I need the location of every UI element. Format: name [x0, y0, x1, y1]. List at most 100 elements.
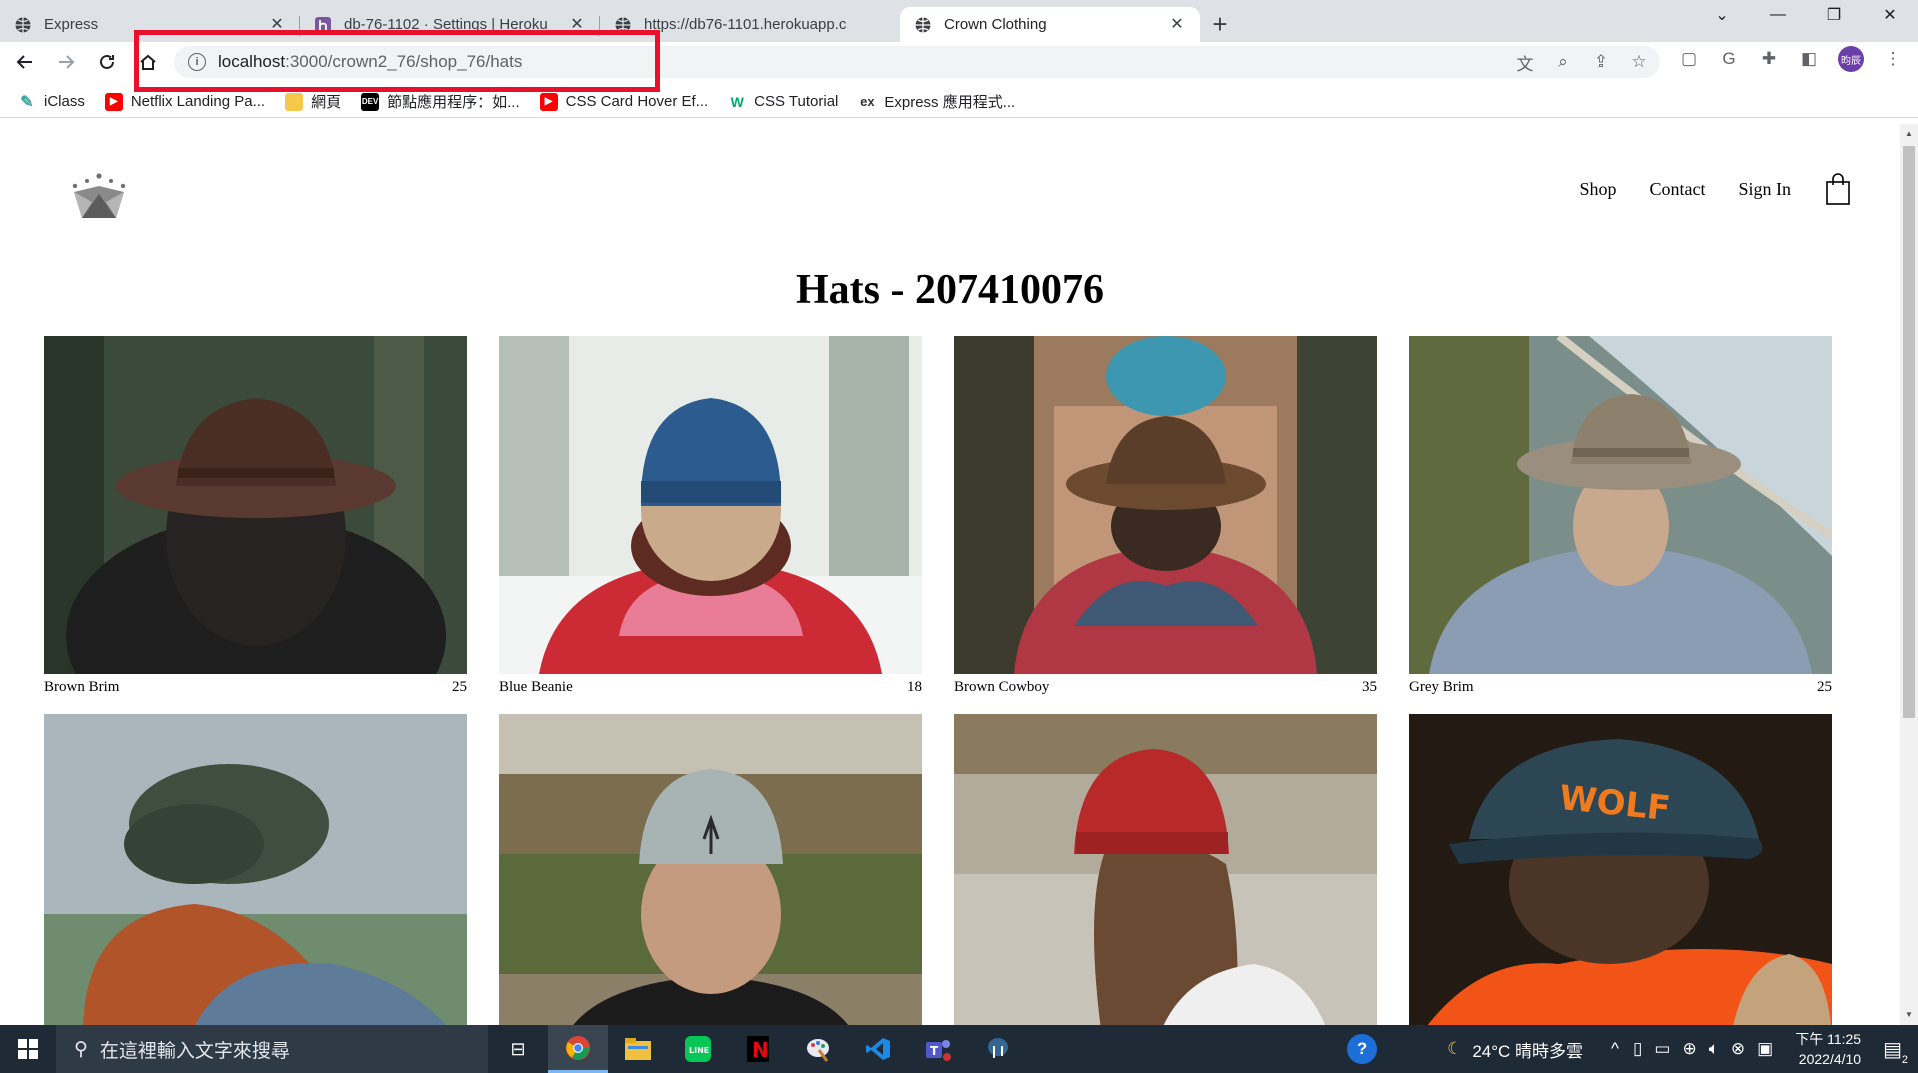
notification-center-icon[interactable]: ▤ 2: [1883, 1037, 1908, 1066]
file-explorer-icon[interactable]: [608, 1025, 668, 1073]
device-icon[interactable]: ▯: [1633, 1039, 1642, 1059]
side-panel-icon[interactable]: ◧: [1798, 48, 1820, 70]
weather-moon-icon: ☾: [1447, 1039, 1463, 1058]
volume-icon[interactable]: 🔈︎: [1709, 1039, 1719, 1059]
bookmark-star-icon[interactable]: ☆: [1628, 51, 1650, 73]
task-view-icon[interactable]: ⊟: [488, 1025, 548, 1073]
netflix-app-icon[interactable]: N: [728, 1025, 788, 1073]
windows-start-icon[interactable]: [0, 1025, 56, 1073]
bookmark-item[interactable]: DEV 節點應用程序：如...: [361, 91, 520, 112]
dev-icon: DEV: [361, 92, 380, 111]
globe-icon: [14, 16, 32, 34]
scroll-down-icon[interactable]: ▼: [1900, 1007, 1918, 1023]
shopping-bag-icon[interactable]: [1824, 172, 1852, 206]
product-name: Blue Beanie: [499, 678, 573, 695]
nav-shop-link[interactable]: Shop: [1579, 179, 1616, 200]
bookmark-item[interactable]: ▶ Netflix Landing Pa...: [104, 92, 265, 111]
product-card[interactable]: [954, 714, 1377, 1025]
product-image[interactable]: [44, 336, 467, 674]
input-method-icon[interactable]: ▣: [1757, 1039, 1773, 1059]
bookmark-item[interactable]: ex Express 應用程式...: [858, 91, 1015, 112]
postgres-icon[interactable]: [968, 1025, 1028, 1073]
paint-app-icon[interactable]: [788, 1025, 848, 1073]
product-name: Brown Brim: [44, 678, 120, 695]
weather-text[interactable]: 24°C 晴時多雲: [1472, 1037, 1583, 1062]
nav-sign-in-link[interactable]: Sign In: [1738, 179, 1791, 200]
tab-title: https://db76-1101.herokuapp.c: [644, 16, 847, 33]
product-price: 25: [452, 678, 467, 695]
bookmark-label: 網頁: [311, 94, 342, 111]
product-card[interactable]: Brown Brim 25: [44, 336, 467, 700]
product-footer: Blue Beanie 18: [499, 674, 922, 700]
product-image[interactable]: [1409, 336, 1832, 674]
line-extension-icon[interactable]: ▢: [1678, 48, 1700, 70]
annotation-highlight-box: [134, 30, 660, 92]
express-icon: ex: [860, 94, 875, 109]
product-card[interactable]: Blue Beanie 18: [499, 336, 922, 700]
product-card[interactable]: WOLF: [1409, 714, 1832, 1025]
close-window-icon[interactable]: ✕: [1862, 0, 1918, 30]
w3-icon: W: [730, 93, 744, 110]
reload-icon[interactable]: [91, 46, 123, 78]
browser-tab-active[interactable]: Crown Clothing ✕: [900, 7, 1200, 42]
teams-icon[interactable]: T: [908, 1025, 968, 1073]
bookmark-item[interactable]: ✎ iClass: [18, 93, 85, 111]
product-image[interactable]: WOLF: [1409, 714, 1832, 1025]
product-card[interactable]: [499, 714, 922, 1025]
share-icon[interactable]: ⇪: [1590, 51, 1612, 73]
product-price: 35: [1362, 678, 1377, 695]
web-page: Shop Contact Sign In Hats - 207410076 Br…: [0, 124, 1900, 1025]
folder-icon: [285, 92, 304, 111]
profile-avatar[interactable]: 昀辰: [1838, 46, 1864, 72]
bookmark-label: CSS Tutorial: [754, 93, 839, 110]
vscode-icon[interactable]: [848, 1025, 908, 1073]
new-tab-button[interactable]: +: [1200, 7, 1240, 42]
extensions-area: ▢ G ✚ ◧ 昀辰 ⋮: [1678, 46, 1904, 72]
page-scrollbar[interactable]: ▲ ▼: [1900, 124, 1918, 1025]
product-image[interactable]: [499, 714, 922, 1025]
crown-logo-icon[interactable]: [70, 172, 128, 220]
clock[interactable]: 下午 11:25 2022/4/10: [1795, 1029, 1861, 1069]
chevron-down-icon[interactable]: ⌄: [1694, 0, 1750, 30]
scroll-up-icon[interactable]: ▲: [1900, 126, 1918, 142]
product-footer: Grey Brim 25: [1409, 674, 1832, 700]
minimize-icon[interactable]: —: [1750, 0, 1806, 30]
battery-icon[interactable]: ▭: [1654, 1039, 1670, 1059]
bookmark-label: iClass: [44, 93, 85, 110]
line-app-icon[interactable]: LINE: [668, 1025, 728, 1073]
youtube-icon: ▶: [539, 92, 558, 111]
forward-arrow-icon[interactable]: [50, 46, 82, 78]
translate-icon[interactable]: 文: [1514, 51, 1536, 74]
omnibox-actions: 文 ⌕ ⇪ ☆: [1514, 51, 1650, 74]
back-arrow-icon[interactable]: [9, 46, 41, 78]
tray-chevron-up-icon[interactable]: ^: [1611, 1039, 1619, 1059]
product-image[interactable]: [499, 336, 922, 674]
stop-icon[interactable]: ⊗: [1731, 1039, 1745, 1059]
product-image[interactable]: [954, 336, 1377, 674]
product-image[interactable]: [954, 714, 1377, 1025]
chrome-taskbar-icon[interactable]: [548, 1025, 608, 1073]
product-image[interactable]: [44, 714, 467, 1025]
svg-text:N: N: [752, 1038, 769, 1062]
bookmark-item[interactable]: 網頁: [285, 91, 341, 112]
nav-contact-link[interactable]: Contact: [1649, 179, 1705, 200]
zoom-icon[interactable]: ⌕: [1552, 51, 1574, 73]
taskbar-search-input[interactable]: ⚲ 在這裡輸入文字來搜尋: [56, 1025, 488, 1073]
product-card[interactable]: Grey Brim 25: [1409, 336, 1832, 700]
bookmark-item[interactable]: W CSS Tutorial: [728, 93, 839, 111]
google-translate-icon[interactable]: G: [1718, 48, 1740, 70]
network-globe-icon[interactable]: ⊕: [1682, 1039, 1696, 1059]
site-nav: Shop Contact Sign In: [1546, 172, 1852, 206]
product-card[interactable]: [44, 714, 467, 1025]
extensions-puzzle-icon[interactable]: ✚: [1758, 48, 1780, 70]
bookmark-item[interactable]: ▶ CSS Card Hover Ef...: [539, 92, 708, 111]
scrollbar-thumb[interactable]: [1903, 146, 1915, 718]
window-controls: ⌄ — ❐ ✕: [1694, 0, 1918, 30]
close-icon[interactable]: ✕: [1168, 16, 1186, 34]
menu-kebab-icon[interactable]: ⋮: [1882, 48, 1904, 70]
product-card[interactable]: Brown Cowboy 35: [954, 336, 1377, 700]
product-price: 18: [907, 678, 922, 695]
youtube-icon: ▶: [104, 92, 123, 111]
restore-icon[interactable]: ❐: [1806, 0, 1862, 30]
help-icon[interactable]: ?: [1347, 1034, 1378, 1064]
